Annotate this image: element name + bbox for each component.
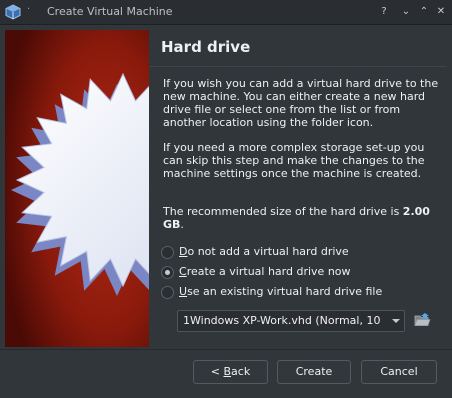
existing-drive-value: 1Windows XP-Work.vhd (Normal, 10 <box>183 314 381 327</box>
radio-existing-hard-drive[interactable] <box>161 286 174 299</box>
page-title: Hard drive <box>161 38 251 56</box>
back-button[interactable]: < Back <box>193 360 268 384</box>
window-menu-button[interactable]: · <box>27 4 30 15</box>
intro-paragraph: If you wish you can add a virtual hard d… <box>163 77 439 129</box>
option-create-hard-drive-label[interactable]: Create a virtual hard drive now <box>179 265 351 278</box>
title-divider <box>149 66 446 67</box>
maximize-button[interactable]: ⌃ <box>416 4 432 20</box>
button-bar-divider <box>0 349 452 350</box>
radio-no-hard-drive[interactable] <box>161 246 174 259</box>
create-button[interactable]: Create <box>277 360 351 384</box>
cancel-button[interactable]: Cancel <box>361 360 437 384</box>
virtualbox-icon[interactable] <box>5 4 21 20</box>
existing-drive-select[interactable]: 1Windows XP-Work.vhd (Normal, 10 <box>177 310 405 332</box>
close-button[interactable]: ✕ <box>433 4 449 20</box>
radio-create-hard-drive[interactable] <box>161 266 174 279</box>
advanced-paragraph: If you need a more complex storage set-u… <box>163 141 425 180</box>
window-titlebar: · Create Virtual Machine ? ⌄ ⌃ ✕ <box>0 0 452 25</box>
folder-open-icon[interactable] <box>413 311 431 329</box>
option-no-hard-drive-label[interactable]: Do not add a virtual hard drive <box>179 245 349 258</box>
chevron-down-icon[interactable] <box>392 319 400 323</box>
wizard-banner-image <box>5 30 149 347</box>
minimize-button[interactable]: ⌄ <box>398 4 414 20</box>
window-title: Create Virtual Machine <box>47 5 173 18</box>
help-button[interactable]: ? <box>376 4 392 20</box>
recommended-size-text: The recommended size of the hard drive i… <box>163 205 430 231</box>
option-existing-hard-drive-label[interactable]: Use an existing virtual hard drive file <box>179 285 382 298</box>
wizard-page: Hard drive If you wish you can add a vir… <box>149 30 446 347</box>
